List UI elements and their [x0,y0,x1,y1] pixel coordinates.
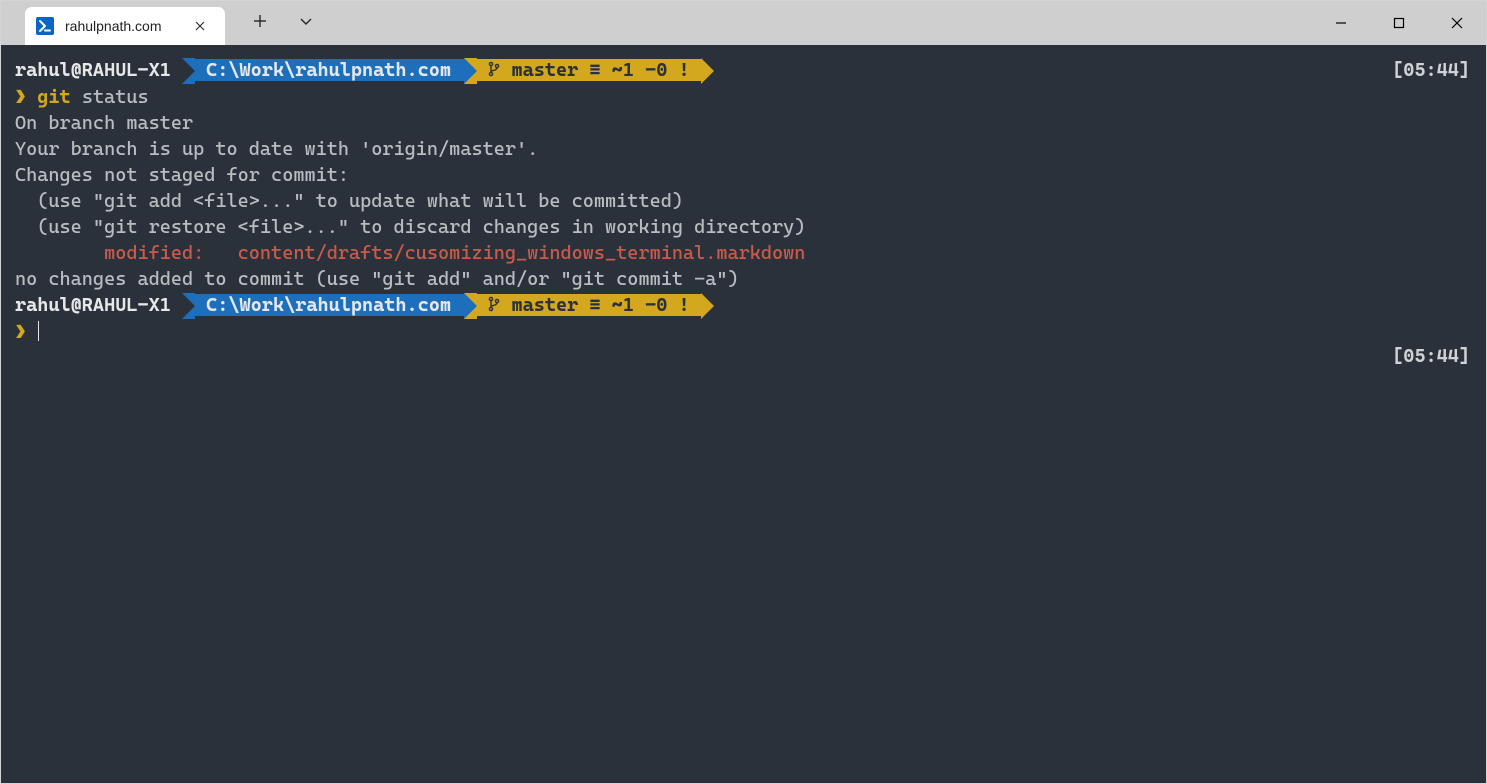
prompt-time-1: [05:44] [1392,57,1470,83]
command-line-1: ❯ git status [15,84,1472,110]
output-line: On branch master [15,110,1472,136]
prompt-caret-1: ❯ [15,86,26,108]
tab-active[interactable]: rahulpnath.com [25,7,225,45]
prompt-git-2: master ≡ ~1 -0 ! [477,294,701,316]
git-branch-icon [488,293,500,319]
prompt-time-2: [05:44] [1392,343,1470,369]
tab-controls [247,8,319,39]
command-line-2: ❯ [15,319,1472,345]
output-line: Changes not staged for commit: [15,162,1472,188]
cmd-git-word: git [37,86,70,108]
powerline-sep-icon [464,58,477,84]
powerline-sep-icon [464,293,477,319]
cursor [38,321,39,341]
output-line: (use "git add <file>..." to update what … [15,188,1472,214]
close-window-button[interactable] [1428,1,1486,45]
tab-dropdown-button[interactable] [293,8,319,39]
prompt-path-1: C:\Work\rahulpnath.com [195,59,464,81]
maximize-button[interactable] [1370,1,1428,45]
titlebar: rahulpnath.com [1,1,1486,45]
prompt-caret-2: ❯ [15,321,26,343]
powerline-sep-icon [701,58,714,84]
prompt-git-1: master ≡ ~1 -0 ! [477,59,701,81]
cmd-args: status [82,86,149,108]
prompt-git-text-2: master ≡ ~1 -0 ! [511,294,689,316]
prompt-path-text-1: C:\Work\rahulpnath.com [206,59,451,81]
prompt-line-2: rahul@RAHUL-X1 C:\Work\rahulpnath.com ma… [15,292,1472,319]
git-branch-icon [488,58,500,84]
output-line: no changes added to commit (use "git add… [15,266,1472,292]
window-root: rahulpnath.com [0,0,1487,784]
output-modified-line: modified: content/drafts/cusomizing_wind… [15,240,1472,266]
prompt-path-2: C:\Work\rahulpnath.com [195,294,464,316]
minimize-button[interactable] [1312,1,1370,45]
powerline-sep-icon [182,293,195,319]
tabs-zone: rahulpnath.com [1,1,225,45]
tab-title: rahulpnath.com [65,18,162,34]
powershell-icon [35,16,55,36]
terminal-body[interactable]: [05:44] rahul@RAHUL-X1 C:\Work\rahulpnat… [1,45,1486,783]
new-tab-button[interactable] [247,8,273,39]
prompt-user-host-1: rahul@RAHUL-X1 [15,59,171,81]
powerline-sep-icon [701,293,714,319]
prompt-git-text-1: master ≡ ~1 -0 ! [511,59,689,81]
output-line: Your branch is up to date with 'origin/m… [15,136,1472,162]
window-controls [1312,1,1486,45]
tab-close-button[interactable] [189,14,211,38]
prompt-path-text-2: C:\Work\rahulpnath.com [206,294,451,316]
powerline-sep-icon [182,58,195,84]
prompt-user-host-2: rahul@RAHUL-X1 [15,294,171,316]
output-line: (use "git restore <file>..." to discard … [15,214,1472,240]
prompt-line-1: rahul@RAHUL-X1 C:\Work\rahulpnath.com ma… [15,57,1472,84]
